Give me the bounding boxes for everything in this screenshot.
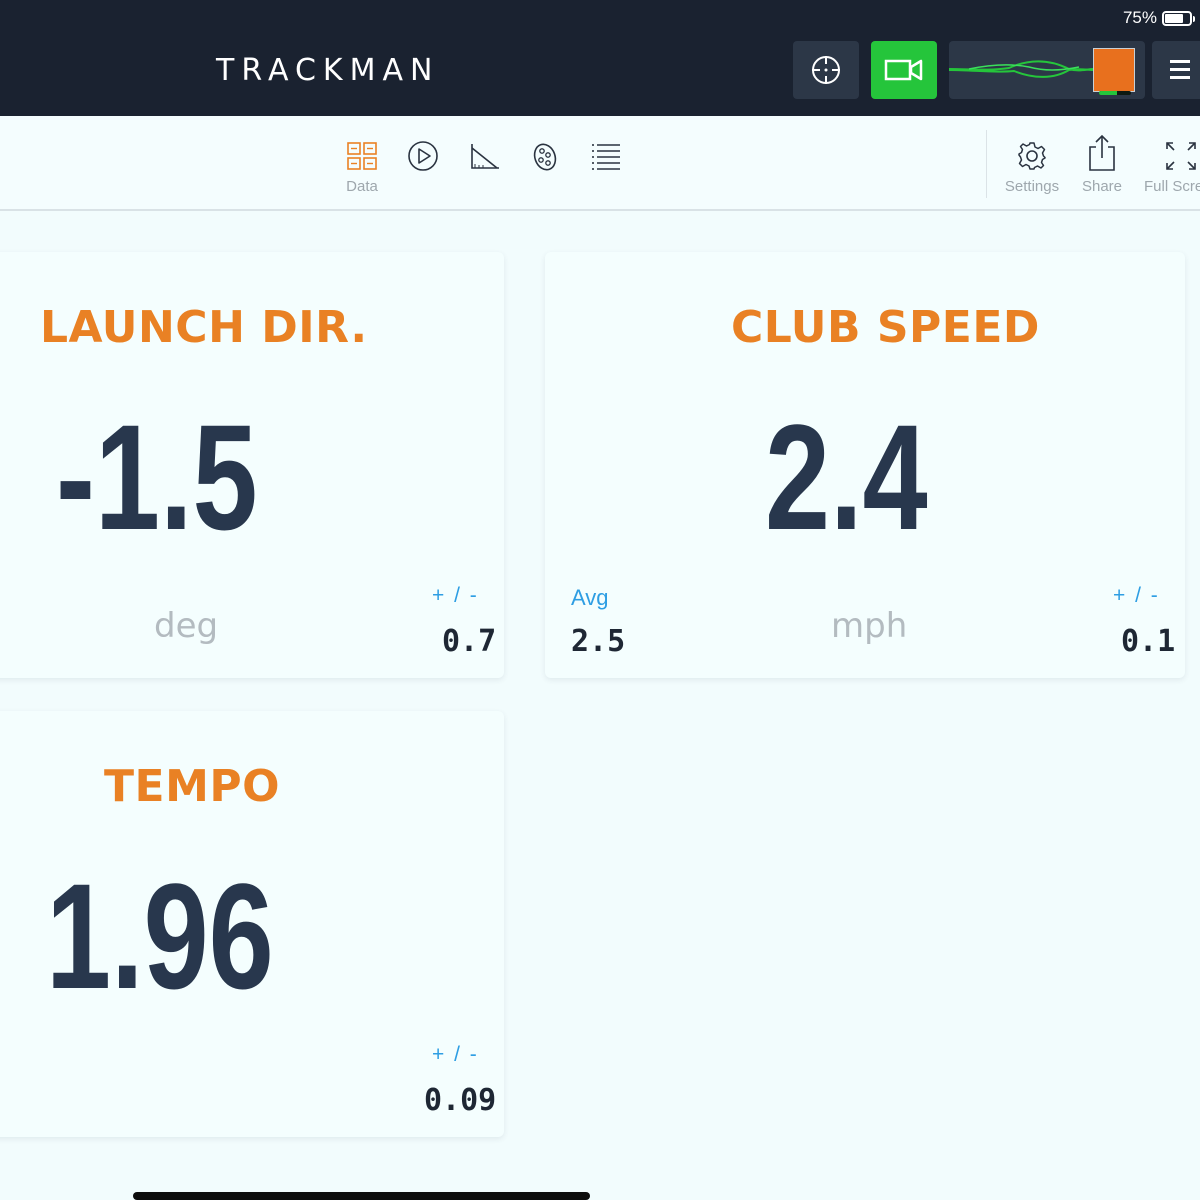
video-button[interactable] — [871, 41, 937, 99]
metric-unit: mph — [831, 606, 908, 646]
tab-data-label: Data — [346, 178, 378, 195]
metric-card-club-speed[interactable]: CLUB SPEED 2.4 Avg 2.5 mph + / - 0.1 — [545, 252, 1185, 678]
deviation-label: + / - — [432, 1043, 479, 1066]
toolbar-divider — [986, 130, 987, 198]
battery-icon — [1162, 10, 1195, 26]
battery-indicator: 75% — [1122, 8, 1195, 28]
share-button[interactable]: Share — [1072, 134, 1132, 195]
preview-thumbnail — [1093, 48, 1135, 92]
fullscreen-label: Full Scre — [1144, 178, 1200, 195]
view-toolbar: Data Settings Share Full Scre — [0, 116, 1200, 211]
metric-title: CLUB SPEED — [731, 302, 1040, 353]
play-icon — [408, 141, 438, 171]
tab-list[interactable] — [576, 140, 636, 172]
settings-button[interactable]: Settings — [1002, 140, 1062, 195]
preview-progress — [1099, 91, 1131, 95]
list-icon — [592, 144, 620, 170]
home-indicator[interactable] — [133, 1192, 590, 1200]
gear-icon — [1018, 142, 1046, 170]
metric-value: -1.5 — [56, 393, 258, 561]
tab-replay[interactable] — [393, 140, 453, 172]
menu-button[interactable] — [1152, 41, 1200, 99]
average-value: 2.5 — [571, 624, 626, 659]
hamburger-menu-icon — [1170, 60, 1190, 79]
metric-card-tempo[interactable]: TEMPO 1.96 + / - 0.09 — [0, 711, 504, 1137]
video-camera-icon — [884, 59, 923, 81]
deviation-value: 0.09 — [424, 1083, 497, 1118]
share-icon — [1089, 134, 1115, 171]
crosshair-icon — [812, 56, 840, 84]
angle-ruler-icon — [471, 144, 499, 169]
metric-card-launch-dir[interactable]: LAUNCH DIR. -1.5 deg + / - 0.7 — [0, 252, 504, 678]
deviation-value: 0.1 — [1121, 624, 1176, 659]
share-label: Share — [1081, 178, 1123, 195]
data-grid-icon — [347, 142, 377, 170]
battery-percent: 75% — [1122, 8, 1157, 27]
average-label: Avg — [571, 585, 609, 610]
deviation-value: 0.7 — [442, 624, 497, 659]
tab-angles[interactable] — [455, 140, 515, 172]
top-header: 75% TRACKMAN — [0, 0, 1200, 116]
metric-value: 2.4 — [765, 393, 928, 561]
deviation-label: + / - — [1113, 584, 1160, 607]
app-logo: TRACKMAN — [216, 53, 440, 88]
metric-title: LAUNCH DIR. — [40, 302, 368, 353]
metric-value: 1.96 — [46, 852, 274, 1020]
replay-preview-button[interactable] — [949, 41, 1145, 99]
fullscreen-button[interactable]: Full Scre — [1144, 140, 1200, 195]
deviation-label: + / - — [432, 584, 479, 607]
tab-data[interactable]: Data — [332, 140, 392, 195]
metric-title: TEMPO — [104, 761, 281, 812]
settings-label: Settings — [1004, 178, 1060, 195]
metric-unit: deg — [154, 606, 219, 646]
ball-dispersion-icon — [533, 143, 557, 171]
tab-dispersion[interactable] — [515, 140, 575, 172]
target-button[interactable] — [793, 41, 859, 99]
fullscreen-icon — [1166, 142, 1196, 170]
